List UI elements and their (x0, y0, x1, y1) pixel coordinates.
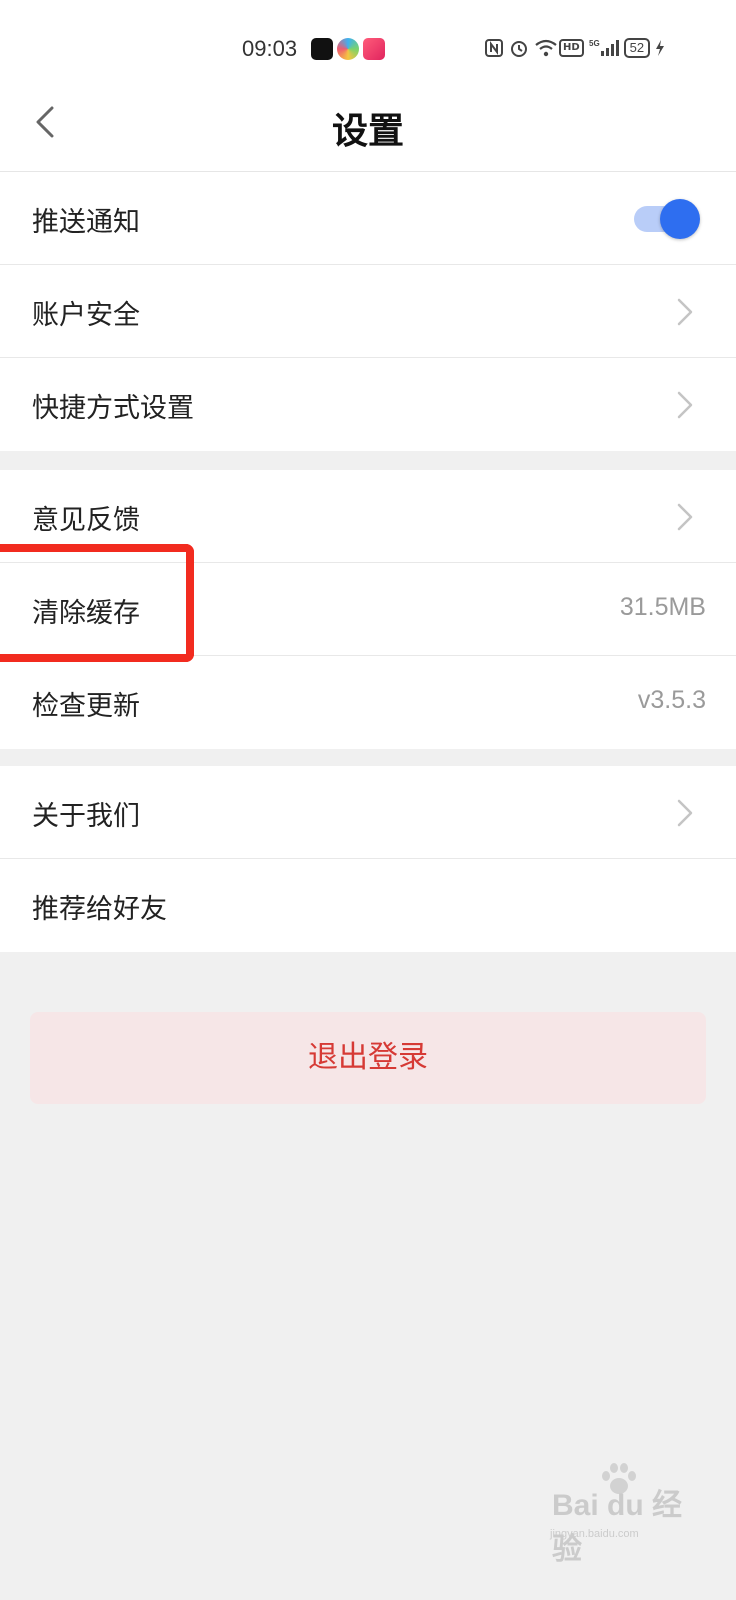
watermark-logo: Bai du 经验 (552, 1489, 683, 1566)
toggle-knob (660, 199, 700, 239)
setting-label: 关于我们 (32, 801, 140, 832)
logout-button[interactable]: 退出登录 (30, 1012, 706, 1104)
wifi-icon (534, 38, 557, 58)
tiktok-icon (311, 38, 333, 60)
setting-row-shortcut-settings[interactable]: 快捷方式设置 (0, 358, 736, 451)
setting-row-account-security[interactable]: 账户安全 (0, 265, 736, 358)
nfc-icon (484, 38, 504, 58)
status-time: 09:03 (242, 36, 298, 61)
swan-app-icon (363, 38, 385, 60)
cache-size-value: 31.5MB (619, 593, 706, 621)
svg-text:5G: 5G (589, 39, 600, 48)
battery-level: 52 (623, 38, 651, 58)
status-indicators: HD 5G 52 (484, 38, 665, 58)
nav-bar: 设置 (0, 80, 736, 172)
chevron-right-icon (676, 390, 694, 420)
setting-label: 检查更新 (32, 691, 140, 722)
chevron-right-icon (676, 798, 694, 828)
hd-badge: HD (559, 39, 584, 57)
settings-group-about: 关于我们 推荐给好友 (0, 766, 736, 952)
page-title: 设置 (331, 111, 404, 152)
push-notifications-toggle[interactable] (634, 199, 700, 239)
setting-row-recommend-friends[interactable]: 推荐给好友 (0, 859, 736, 952)
setting-row-check-update[interactable]: 检查更新 v3.5.3 (0, 656, 736, 749)
highlight-annotation-box (0, 544, 194, 662)
watermark-url: jingyan.baidu.com (550, 1528, 639, 1540)
signal-icon: 5G (589, 38, 619, 58)
alarm-icon (509, 38, 529, 58)
status-app-icons (311, 38, 385, 60)
version-value: v3.5.3 (637, 686, 706, 714)
setting-row-about-us[interactable]: 关于我们 (0, 766, 736, 859)
pinwheel-app-icon (337, 38, 359, 60)
setting-row-push-notifications[interactable]: 推送通知 (0, 172, 736, 265)
setting-label: 账户安全 (32, 300, 140, 331)
setting-label: 快捷方式设置 (32, 393, 194, 424)
setting-label: 推送通知 (32, 207, 140, 238)
chevron-right-icon (676, 297, 694, 327)
setting-label: 意见反馈 (32, 505, 140, 536)
charging-icon (655, 38, 665, 58)
settings-group-general: 推送通知 账户安全 快捷方式设置 (0, 172, 736, 451)
setting-label: 推荐给好友 (32, 894, 167, 925)
chevron-right-icon (676, 502, 694, 532)
baidu-jingyan-watermark: Bai du 经验 jingyan.baidu.com (546, 1462, 696, 1566)
